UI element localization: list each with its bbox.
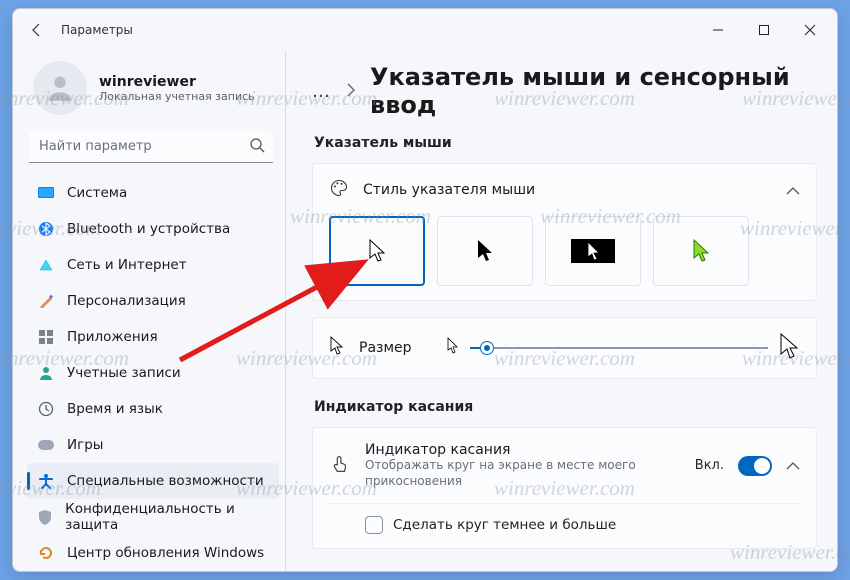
nav-label: Система (67, 185, 127, 201)
pointer-style-white[interactable] (329, 216, 425, 286)
nav-accessibility[interactable]: Специальные возможности (27, 463, 279, 499)
nav-list: Система Bluetooth и устройства Сеть и Ин… (27, 175, 279, 571)
touch-indicator-header[interactable]: Индикатор касания Отображать круг на экр… (329, 442, 800, 489)
nav-label: Сеть и Интернет (67, 257, 187, 273)
touch-icon (329, 453, 351, 479)
nav-apps[interactable]: Приложения (27, 319, 279, 355)
touch-darker-option[interactable]: Сделать круг темнее и больше (329, 503, 800, 534)
nav-label: Конфиденциальность и защита (65, 501, 269, 533)
pointer-style-label: Стиль указателя мыши (363, 182, 535, 198)
apps-icon (37, 328, 55, 346)
pointer-style-header[interactable]: Стиль указателя мыши (329, 178, 800, 202)
nav-bluetooth[interactable]: Bluetooth и устройства (27, 211, 279, 247)
touch-title: Индикатор касания (365, 442, 681, 458)
nav-label: Центр обновления Windows (67, 545, 264, 561)
pointer-style-tiles (329, 216, 800, 286)
touch-darker-checkbox[interactable] (365, 516, 383, 534)
back-button[interactable] (17, 10, 57, 50)
nav-label: Специальные возможности (67, 473, 264, 489)
chevron-right-icon (346, 82, 356, 101)
cursor-max-icon (778, 332, 800, 364)
main-content: … Указатель мыши и сенсорный ввод Указат… (285, 51, 837, 571)
breadcrumb-ellipsis[interactable]: … (312, 81, 332, 102)
sidebar: winreviewer Локальная учетная запись Сис… (13, 51, 285, 571)
time-icon (37, 400, 55, 418)
bluetooth-icon (37, 220, 55, 238)
pointer-style-inverted[interactable] (545, 216, 641, 286)
system-icon (37, 184, 55, 202)
user-name: winreviewer (99, 74, 255, 90)
gaming-icon (37, 436, 55, 454)
nav-label: Приложения (67, 329, 158, 345)
pointer-style-black[interactable] (437, 216, 533, 286)
user-subtitle: Локальная учетная запись (99, 90, 255, 103)
network-icon (37, 256, 55, 274)
minimize-button[interactable] (695, 10, 741, 50)
touch-toggle[interactable] (738, 456, 772, 476)
chevron-up-icon (786, 181, 800, 200)
nav-label: Bluetooth и устройства (67, 221, 230, 237)
section-pointer: Указатель мыши (314, 135, 817, 151)
titlebar: Параметры (13, 9, 837, 51)
pointer-style-card: Стиль указателя мыши (312, 163, 817, 301)
cursor-min-icon (446, 337, 460, 359)
nav-label: Персонализация (67, 293, 186, 309)
privacy-icon (37, 508, 53, 526)
maximize-button[interactable] (741, 10, 787, 50)
touch-subtitle: Отображать круг на экране в месте моего … (365, 458, 681, 489)
nav-personalization[interactable]: Персонализация (27, 283, 279, 319)
personalization-icon (37, 292, 55, 310)
accessibility-icon (37, 472, 55, 490)
nav-label: Время и язык (67, 401, 163, 417)
update-icon (37, 544, 55, 562)
accounts-icon (37, 364, 55, 382)
nav-system[interactable]: Система (27, 175, 279, 211)
user-header[interactable]: winreviewer Локальная учетная запись (33, 61, 279, 115)
nav-accounts[interactable]: Учетные записи (27, 355, 279, 391)
nav-gaming[interactable]: Игры (27, 427, 279, 463)
cursor-small-icon (329, 336, 345, 360)
close-button[interactable] (787, 10, 833, 50)
section-touch: Индикатор касания (314, 399, 817, 415)
search-input[interactable] (29, 131, 273, 163)
nav-network[interactable]: Сеть и Интернет (27, 247, 279, 283)
size-slider[interactable] (470, 338, 768, 358)
touch-indicator-card: Индикатор касания Отображать круг на экр… (312, 427, 817, 549)
avatar (33, 61, 87, 115)
touch-darker-label: Сделать круг темнее и больше (393, 517, 616, 533)
nav-windows-update[interactable]: Центр обновления Windows (27, 535, 279, 571)
pointer-style-custom[interactable] (653, 216, 749, 286)
search-box[interactable] (29, 131, 273, 163)
page-title: Указатель мыши и сенсорный ввод (370, 63, 817, 119)
window-title: Параметры (61, 23, 133, 37)
nav-label: Игры (67, 437, 103, 453)
nav-time-language[interactable]: Время и язык (27, 391, 279, 427)
settings-window: Параметры winreviewer Локальная учетная … (12, 8, 838, 572)
nav-privacy[interactable]: Конфиденциальность и защита (27, 499, 279, 535)
palette-icon (329, 178, 349, 202)
chevron-up-icon (786, 456, 800, 475)
search-icon (249, 137, 265, 157)
pointer-size-card: Размер (312, 317, 817, 379)
nav-label: Учетные записи (67, 365, 181, 381)
touch-state-label: Вкл. (695, 458, 724, 473)
size-label: Размер (359, 340, 412, 356)
